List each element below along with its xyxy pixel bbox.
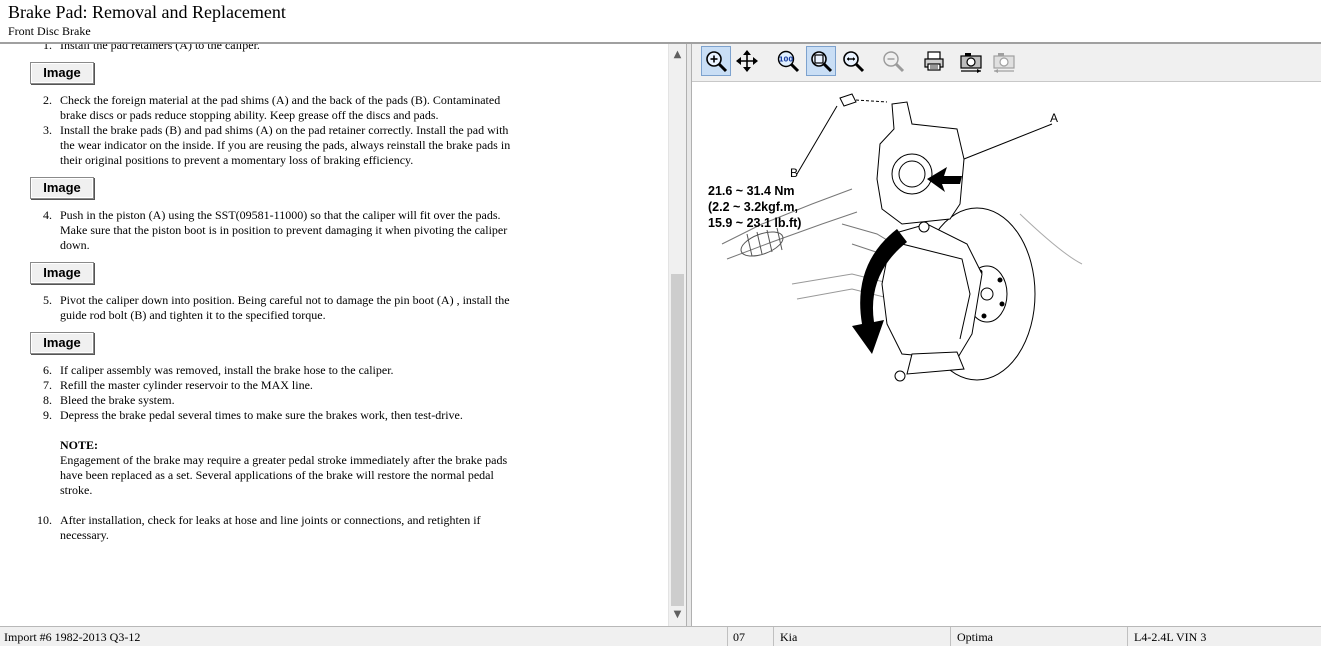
list-item: 2. Check the foreign material at the pad…: [0, 93, 520, 123]
document-header: Brake Pad: Removal and Replacement Front…: [0, 0, 1321, 42]
torque-spec-line-1: 21.6 ~ 31.4 Nm: [708, 184, 795, 198]
list-item: 9. Depress the brake pedal several times…: [0, 408, 520, 423]
zoom-fit-icon: [811, 51, 833, 73]
torque-spec-line-3: 15.9 ~ 23.1 lb.ft): [708, 216, 801, 230]
page-title: Brake Pad: Removal and Replacement: [8, 2, 286, 22]
image-button-4[interactable]: Image: [30, 332, 94, 354]
zoom-100-button[interactable]: 100: [773, 46, 803, 76]
scrollbar-thumb[interactable]: [671, 274, 684, 606]
step-number: 9.: [43, 408, 52, 422]
step-number: 2.: [43, 93, 52, 107]
camera-button[interactable]: [956, 46, 986, 76]
image-viewer-pane: 100 B A 21.6 ~ 31.4 Nm (2.2 ~ 3.2kgf.m, …: [692, 44, 1321, 626]
diagram-label-a: A: [1050, 111, 1058, 125]
step-number: 3.: [43, 123, 52, 137]
torque-spec-line-2: (2.2 ~ 3.2kgf.m,: [708, 200, 798, 214]
print-button[interactable]: [919, 46, 949, 76]
image-button-3[interactable]: Image: [30, 262, 94, 284]
step-text: Install the pad retainers (A) to the cal…: [60, 44, 260, 52]
step-number: 5.: [43, 293, 52, 307]
scroll-up-icon[interactable]: ▲: [669, 46, 686, 63]
step-text: If caliper assembly was removed, install…: [60, 363, 394, 377]
step-number: 1.: [43, 44, 52, 52]
step-number: 10.: [37, 513, 52, 527]
scroll-down-icon[interactable]: ▼: [669, 606, 686, 623]
image-button-1[interactable]: Image: [30, 62, 94, 84]
step-text: Pivot the caliper down into position. Be…: [60, 293, 510, 322]
status-model: Optima: [957, 630, 993, 644]
list-item: 3. Install the brake pads (B) and pad sh…: [0, 123, 520, 168]
status-separator: [1127, 627, 1128, 646]
step-number: 6.: [43, 363, 52, 377]
zoom-out-button[interactable]: [838, 46, 868, 76]
step-number: 8.: [43, 393, 52, 407]
text-pane-scrollbar[interactable]: ▲ ▼: [668, 44, 686, 626]
status-year: 07: [733, 630, 745, 644]
page-subtitle: Front Disc Brake: [8, 24, 91, 38]
list-item: 7. Refill the master cylinder reservoir …: [0, 378, 520, 393]
step-number: 7.: [43, 378, 52, 392]
image-button-2[interactable]: Image: [30, 177, 94, 199]
zoom-fit-button[interactable]: [806, 46, 836, 76]
step-text: Depress the brake pedal several times to…: [60, 408, 463, 422]
step-text: Push in the piston (A) using the SST(095…: [60, 208, 508, 252]
brake-caliper-diagram: B A 21.6 ~ 31.4 Nm (2.2 ~ 3.2kgf.m, 15.9…: [708, 93, 1083, 382]
list-item: 8. Bleed the brake system.: [0, 393, 520, 408]
list-item: 10. After installation, check for leaks …: [0, 513, 520, 543]
procedure-content: 1. Install the pad retainers (A) to the …: [0, 44, 668, 543]
zoom-100-icon: 100: [777, 50, 800, 73]
note-title: NOTE:: [60, 438, 99, 452]
svg-text:100: 100: [779, 56, 794, 64]
image-toolbar: 100: [692, 44, 1321, 82]
camera-disabled-button[interactable]: [989, 46, 1019, 76]
status-make: Kia: [780, 630, 798, 644]
note-block: NOTE: Engagement of the brake may requir…: [0, 438, 520, 498]
step-text: After installation, check for leaks at h…: [60, 513, 481, 542]
zoom-in-icon: [706, 51, 728, 73]
zoom-out-disabled-icon: [883, 51, 905, 73]
zoom-out-disabled-button[interactable]: [878, 46, 908, 76]
step-text: Refill the master cylinder reservoir to …: [60, 378, 313, 392]
list-item: 6. If caliper assembly was removed, inst…: [0, 363, 520, 378]
status-separator: [773, 627, 774, 646]
status-separator: [950, 627, 951, 646]
status-engine: L4-2.4L VIN 3: [1134, 630, 1207, 644]
status-separator: [727, 627, 728, 646]
step-text: Bleed the brake system.: [60, 393, 175, 407]
pan-icon: [736, 50, 758, 72]
print-icon: [924, 51, 944, 71]
status-bar: Import #6 1982-2013 Q3-12 07 Kia Optima …: [0, 626, 1321, 646]
camera-disabled-icon: [993, 53, 1015, 73]
pan-button[interactable]: [732, 46, 762, 76]
diagram-label-b: B: [790, 166, 798, 180]
camera-icon: [960, 53, 982, 73]
list-item: 4. Push in the piston (A) using the SST(…: [0, 208, 520, 253]
procedure-text-pane: 1. Install the pad retainers (A) to the …: [0, 44, 686, 626]
zoom-in-button[interactable]: [701, 46, 731, 76]
status-import: Import #6 1982-2013 Q3-12: [4, 630, 141, 644]
list-item-cutoff: 1. Install the pad retainers (A) to the …: [0, 44, 520, 53]
list-item: 5. Pivot the caliper down into position.…: [0, 293, 520, 323]
note-text: Engagement of the brake may require a gr…: [60, 453, 508, 497]
zoom-out-icon: [843, 51, 865, 73]
step-number: 4.: [43, 208, 52, 222]
step-text: Install the brake pads (B) and pad shims…: [60, 123, 511, 167]
step-text: Check the foreign material at the pad sh…: [60, 93, 501, 122]
